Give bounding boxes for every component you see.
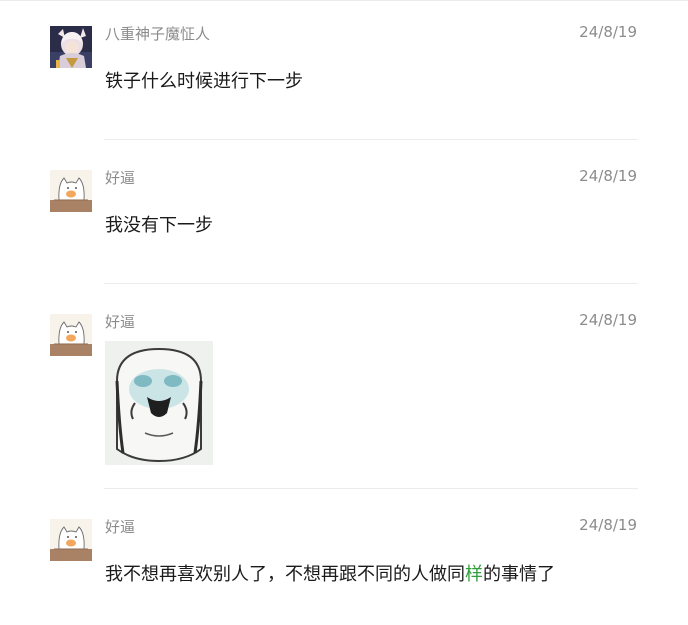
message-text: 我不想再喜欢别人了，不想再跟不同的人做同样的事情了	[105, 560, 555, 586]
cat-avatar-icon[interactable]	[50, 170, 92, 212]
message-text: 我没有下一步	[105, 215, 213, 236]
message-timestamp: 24/8/19	[579, 167, 637, 185]
sender-name[interactable]: 好逼	[105, 516, 135, 537]
message-timestamp: 24/8/19	[579, 23, 637, 41]
message-text: 铁子什么时候进行下一步	[105, 71, 303, 92]
message-item: 好逼 24/8/19 我不想再喜欢别人了，不想再跟不同的人做同样的事情了	[50, 516, 638, 619]
sender-name[interactable]: 八重神子魔怔人	[105, 23, 210, 44]
message-timestamp: 24/8/19	[579, 311, 637, 329]
message-item: 好逼 24/8/19 我没有下一步	[50, 167, 638, 270]
message-timestamp: 24/8/19	[579, 516, 637, 534]
message-item: 好逼 24/8/19	[50, 311, 638, 474]
anime-character-avatar-icon[interactable]	[50, 26, 92, 68]
sender-name[interactable]: 好逼	[105, 167, 135, 188]
message-divider	[104, 488, 638, 489]
top-divider	[0, 0, 688, 1]
message-text-part: 我不想再喜欢别人了，不想再跟不同的人做同	[105, 564, 465, 585]
message-divider	[104, 283, 638, 284]
message-divider	[104, 139, 638, 140]
highlighted-keyword[interactable]: 样	[465, 564, 483, 585]
meme-face-sticker-icon[interactable]	[105, 341, 213, 465]
cat-avatar-icon[interactable]	[50, 519, 92, 561]
message-item: 八重神子魔怔人 24/8/19 铁子什么时候进行下一步	[50, 23, 638, 126]
message-text-part: 的事情了	[483, 564, 555, 585]
cat-avatar-icon[interactable]	[50, 314, 92, 356]
sender-name[interactable]: 好逼	[105, 311, 135, 332]
